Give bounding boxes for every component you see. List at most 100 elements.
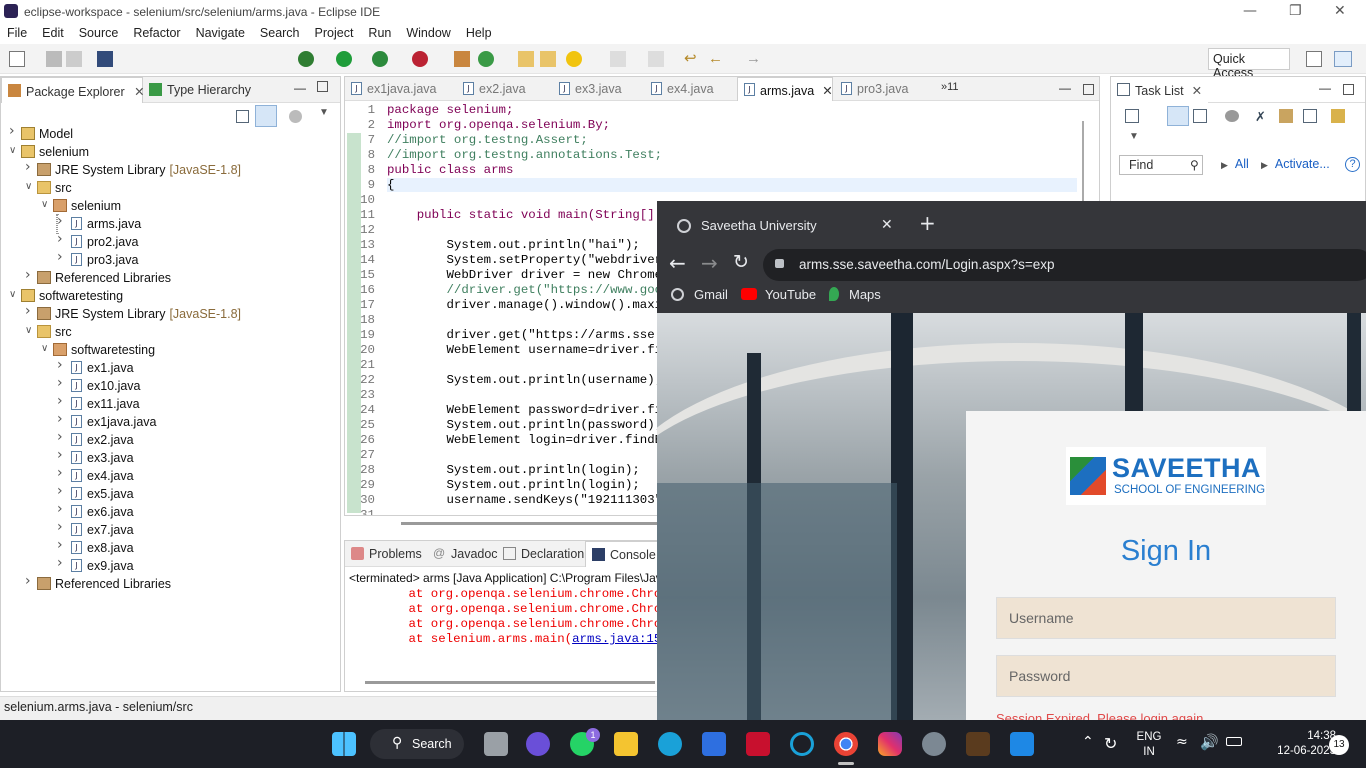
- save-icon[interactable]: [46, 51, 62, 67]
- chevron-right-icon[interactable]: ›: [57, 249, 63, 265]
- hide-completed-icon[interactable]: ✗: [1255, 109, 1266, 125]
- code-line[interactable]: package selenium;: [387, 103, 513, 117]
- menu-refactor[interactable]: Refactor: [126, 24, 188, 40]
- code-line[interactable]: //driver.get("https://www.googl: [387, 283, 677, 297]
- code-line[interactable]: System.out.println("hai");: [387, 238, 639, 252]
- wifi-icon[interactable]: ≈: [1176, 734, 1188, 750]
- reload-icon[interactable]: ↻: [733, 251, 749, 273]
- bookmark-youtube[interactable]: YouTube: [741, 287, 816, 302]
- chevron-down-icon[interactable]: ∨: [41, 343, 48, 354]
- chevron-right-icon[interactable]: ›: [57, 411, 63, 427]
- terminal-icon[interactable]: [97, 51, 113, 67]
- tab-task-list[interactable]: Task List ✕: [1111, 77, 1209, 103]
- close-tab-icon[interactable]: ✕: [822, 84, 832, 98]
- tab-console[interactable]: Console: [585, 541, 665, 567]
- run-icon[interactable]: [336, 51, 352, 67]
- menu-edit[interactable]: Edit: [35, 24, 72, 40]
- code-line[interactable]: WebElement username=driver.find: [387, 343, 677, 357]
- chrome-icon[interactable]: [834, 732, 858, 756]
- chevron-right-icon[interactable]: ›: [9, 123, 15, 139]
- menu-source[interactable]: Source: [72, 24, 127, 40]
- prev-annotation-icon[interactable]: [648, 51, 664, 67]
- chevron-right-icon[interactable]: ›: [25, 303, 31, 319]
- open-perspective-icon[interactable]: [1306, 51, 1322, 67]
- code-line[interactable]: public static void main(String[] ar: [387, 208, 677, 222]
- back-icon[interactable]: ←: [669, 251, 686, 275]
- tab-declaration[interactable]: Declaration: [497, 541, 590, 567]
- categorize-icon[interactable]: [1167, 106, 1189, 126]
- tab-package-explorer[interactable]: Package Explorer ✕: [1, 77, 145, 103]
- editor-tab-arms[interactable]: Jarms.java ✕: [737, 77, 833, 101]
- chevron-right-icon[interactable]: ›: [57, 465, 63, 481]
- code-line[interactable]: WebElement login=driver.findEle: [387, 433, 677, 447]
- settings-icon[interactable]: [922, 732, 946, 756]
- coverage-icon[interactable]: [372, 51, 388, 67]
- menu-navigate[interactable]: Navigate: [189, 24, 253, 40]
- volume-icon[interactable]: 🔊: [1200, 733, 1219, 751]
- chevron-right-icon[interactable]: ›: [57, 429, 63, 445]
- edge-icon[interactable]: [658, 732, 682, 756]
- editor-tab-pro3[interactable]: Jpro3.java: [835, 77, 914, 101]
- stacktrace-link[interactable]: arms.java:15: [572, 632, 661, 646]
- file-explorer-icon[interactable]: [614, 732, 638, 756]
- code-line[interactable]: System.out.println(password);: [387, 418, 662, 432]
- chevron-right-icon[interactable]: ›: [57, 393, 63, 409]
- code-line[interactable]: System.out.println(login);: [387, 478, 639, 492]
- mcafee-icon[interactable]: [746, 732, 770, 756]
- cortana-icon[interactable]: [790, 732, 814, 756]
- new-java-package-icon[interactable]: [454, 51, 470, 67]
- search-tool-icon[interactable]: [566, 51, 582, 67]
- editor-tab-ex3[interactable]: Jex3.java: [553, 77, 628, 101]
- username-input[interactable]: Username: [996, 597, 1336, 639]
- code-line[interactable]: //import org.testng.Assert;: [387, 133, 588, 147]
- bookmark-maps[interactable]: Maps: [829, 287, 881, 302]
- tab-problems[interactable]: Problems: [345, 541, 428, 567]
- language-indicator[interactable]: ENG IN: [1134, 730, 1164, 760]
- sync-icon[interactable]: [1225, 110, 1239, 122]
- code-line[interactable]: //import org.testng.annotations.Test;: [387, 148, 662, 162]
- chevron-right-icon[interactable]: ›: [57, 555, 63, 571]
- console-horizontal-scrollbar[interactable]: [365, 681, 655, 684]
- close-tab-icon[interactable]: ✕: [1192, 84, 1202, 98]
- meet-icon[interactable]: [526, 732, 550, 756]
- save-all-icon[interactable]: [66, 51, 82, 67]
- chevron-down-icon[interactable]: ∨: [25, 325, 32, 336]
- chevron-right-icon[interactable]: ›: [57, 501, 63, 517]
- new-tab-icon[interactable]: +: [919, 213, 936, 233]
- code-line[interactable]: System.out.println(username);: [387, 373, 662, 387]
- new-class-icon[interactable]: [478, 51, 494, 67]
- chevron-right-icon[interactable]: ›: [57, 231, 63, 247]
- chevron-down-icon[interactable]: ∨: [41, 199, 48, 210]
- game-icon[interactable]: [966, 732, 990, 756]
- code-line[interactable]: driver.get("https://arms.sse.sa: [387, 328, 677, 342]
- battery-icon[interactable]: [1226, 737, 1242, 746]
- chevron-up-icon[interactable]: ⌃: [1082, 734, 1094, 750]
- chevron-down-icon[interactable]: ∨: [25, 181, 32, 192]
- chevron-down-icon[interactable]: ∨: [9, 145, 16, 156]
- view-menu-icon[interactable]: ▼: [1129, 131, 1139, 142]
- store-icon[interactable]: [702, 732, 726, 756]
- next-annotation-icon[interactable]: [610, 51, 626, 67]
- code-line[interactable]: username.sendKeys("192111303");: [387, 493, 677, 507]
- start-icon[interactable]: [332, 732, 356, 756]
- editor-tab-ex1java[interactable]: Jex1java.java: [345, 77, 443, 101]
- collapse-all-icon[interactable]: [236, 110, 249, 123]
- minimize-view-icon[interactable]: —: [294, 81, 306, 95]
- focus-icon[interactable]: [289, 110, 302, 123]
- editor-horizontal-scrollbar[interactable]: [401, 522, 691, 525]
- menu-run[interactable]: Run: [361, 24, 399, 40]
- open-type-icon[interactable]: [518, 51, 534, 67]
- chevron-right-icon[interactable]: ›: [57, 483, 63, 499]
- chevron-right-icon[interactable]: ›: [57, 357, 63, 373]
- editor-tab-ex2[interactable]: Jex2.java: [457, 77, 532, 101]
- chevron-down-icon[interactable]: ∨: [9, 289, 16, 300]
- code-line[interactable]: System.out.println(login);: [387, 463, 639, 477]
- code-line[interactable]: System.setProperty("webdriver.c: [387, 253, 677, 267]
- clock[interactable]: 14:38 12-06-2023: [1256, 729, 1336, 759]
- minimize-editor-icon[interactable]: —: [1059, 81, 1071, 95]
- tab-type-hierarchy[interactable]: Type Hierarchy: [143, 77, 283, 103]
- view-menu-icon[interactable]: ▼: [319, 107, 329, 118]
- photos-icon[interactable]: [1010, 732, 1034, 756]
- maximize-editor-icon[interactable]: [1083, 84, 1094, 95]
- all-filter[interactable]: ▶ All: [1221, 157, 1249, 171]
